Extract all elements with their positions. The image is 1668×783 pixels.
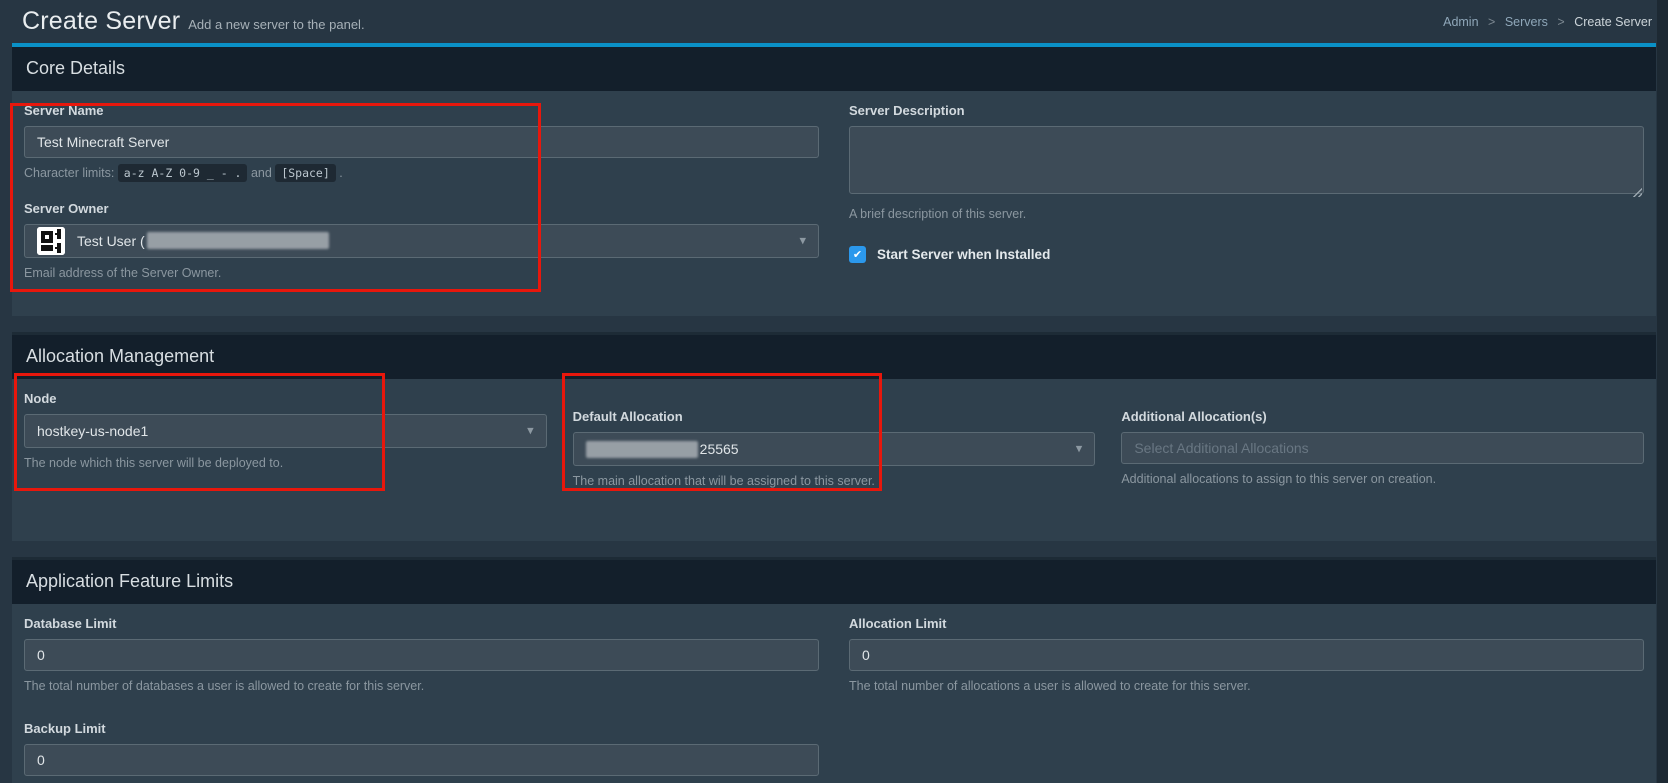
default-allocation-group: Default Allocation 25565 ▾ The main allo…	[573, 409, 1096, 491]
additional-allocations-input[interactable]	[1121, 432, 1644, 464]
server-owner-value: Test User (	[77, 233, 145, 249]
server-description-group: Server Description A brief description o…	[849, 103, 1644, 224]
server-owner-helper: Email address of the Server Owner.	[24, 265, 819, 283]
feature-limits-header: Application Feature Limits	[12, 560, 1656, 604]
node-label: Node	[24, 391, 547, 406]
charlimit-space-chip: [Space]	[275, 164, 335, 182]
server-name-input[interactable]	[24, 126, 819, 158]
charlimit-charset-chip: a-z A-Z 0-9 _ - .	[118, 164, 248, 182]
charlimit-period: .	[339, 166, 342, 180]
chevron-down-icon: ▾	[799, 232, 806, 248]
checkmark-icon: ✔	[853, 248, 862, 261]
server-description-helper: A brief description of this server.	[849, 206, 1644, 224]
default-allocation-label: Default Allocation	[573, 409, 1096, 424]
breadcrumb: Admin > Servers > Create Server	[1443, 7, 1654, 29]
node-value: hostkey-us-node1	[37, 423, 148, 439]
breadcrumb-admin[interactable]: Admin	[1443, 15, 1478, 29]
database-limit-input[interactable]	[24, 639, 819, 671]
redacted-owner-email	[147, 232, 329, 249]
server-name-group: Server Name Character limits: a-z A-Z 0-…	[24, 103, 819, 183]
create-server-page: Create Server Add a new server to the pa…	[0, 0, 1668, 783]
allocation-management-title: Allocation Management	[26, 346, 214, 366]
server-description-label: Server Description	[849, 103, 1644, 118]
section-allocation-management: Allocation Management Node hostkey-us-no…	[12, 332, 1656, 541]
core-right-column: Server Description A brief description o…	[849, 103, 1644, 286]
database-limit-helper: The total number of databases a user is …	[24, 678, 819, 696]
section-core-details: Core Details Server Name Character limit…	[12, 43, 1656, 316]
allocation-limit-group: Allocation Limit The total number of all…	[849, 616, 1644, 696]
additional-allocations-label: Additional Allocation(s)	[1121, 409, 1644, 424]
start-server-checkbox[interactable]: ✔	[849, 246, 866, 263]
limits-left-column: Database Limit The total number of datab…	[24, 616, 819, 783]
core-details-title: Core Details	[26, 58, 125, 78]
core-left-column: Server Name Character limits: a-z A-Z 0-…	[24, 103, 819, 286]
start-server-label: Start Server when Installed	[877, 247, 1050, 262]
core-details-header: Core Details	[12, 47, 1656, 91]
page-subtitle: Add a new server to the panel.	[188, 17, 364, 32]
owner-avatar	[37, 227, 65, 255]
server-name-label: Server Name	[24, 103, 819, 118]
backup-limit-input[interactable]	[24, 744, 819, 776]
server-owner-label: Server Owner	[24, 201, 819, 216]
page-title: Create Server	[22, 7, 180, 36]
backup-limit-group: Backup Limit The total number of backups…	[24, 721, 819, 783]
page-title-wrap: Create Server Add a new server to the pa…	[22, 7, 365, 36]
node-helper: The node which this server will be deplo…	[24, 455, 547, 473]
default-allocation-helper: The main allocation that will be assigne…	[573, 473, 1096, 491]
breadcrumb-separator-icon: >	[1488, 15, 1495, 29]
allocation-management-header: Allocation Management	[12, 335, 1656, 379]
limits-right-column: Allocation Limit The total number of all…	[849, 616, 1644, 783]
default-allocation-select[interactable]: 25565 ▾	[573, 432, 1096, 466]
server-owner-select[interactable]: Test User ( ▾	[24, 224, 819, 258]
scrollbar[interactable]	[1657, 0, 1668, 783]
backup-limit-label: Backup Limit	[24, 721, 819, 736]
feature-limits-title: Application Feature Limits	[26, 571, 233, 591]
node-group: Node hostkey-us-node1 ▾ The node which t…	[24, 391, 547, 491]
page-header: Create Server Add a new server to the pa…	[12, 0, 1656, 43]
chevron-down-icon: ▾	[1076, 440, 1083, 456]
breadcrumb-separator-icon: >	[1557, 15, 1564, 29]
server-name-helper: Character limits: a-z A-Z 0-9 _ - . and …	[24, 165, 819, 183]
start-server-row: ✔ Start Server when Installed	[849, 246, 1644, 263]
database-limit-group: Database Limit The total number of datab…	[24, 616, 819, 696]
section-feature-limits: Application Feature Limits Database Limi…	[12, 557, 1656, 783]
allocation-limit-input[interactable]	[849, 639, 1644, 671]
breadcrumb-create-server: Create Server	[1574, 15, 1652, 29]
additional-allocations-group: Additional Allocation(s) Additional allo…	[1121, 409, 1644, 491]
database-limit-label: Database Limit	[24, 616, 819, 631]
breadcrumb-servers[interactable]: Servers	[1505, 15, 1548, 29]
server-owner-group: Server Owner	[24, 201, 819, 283]
node-select[interactable]: hostkey-us-node1 ▾	[24, 414, 547, 448]
allocation-limit-helper: The total number of allocations a user i…	[849, 678, 1644, 696]
allocation-limit-label: Allocation Limit	[849, 616, 1644, 631]
redacted-allocation-ip	[586, 441, 698, 458]
default-allocation-value: 25565	[700, 441, 739, 457]
additional-allocations-helper: Additional allocations to assign to this…	[1121, 471, 1644, 489]
server-description-textarea[interactable]	[849, 126, 1644, 194]
charlimit-prefix: Character limits:	[24, 166, 114, 180]
charlimit-and: and	[251, 166, 272, 180]
chevron-down-icon: ▾	[527, 422, 534, 438]
